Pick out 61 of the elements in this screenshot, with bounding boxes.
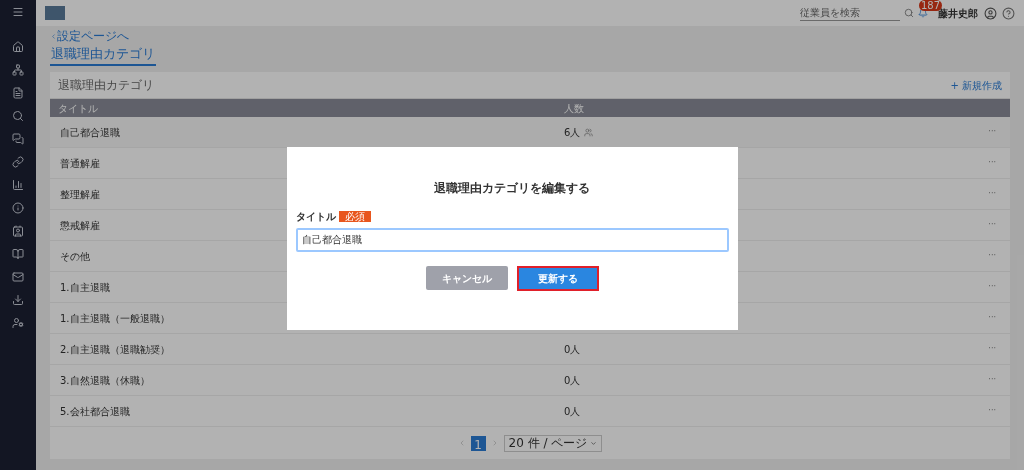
table-cell: 2.自主退職（退職勧奨）	[60, 343, 170, 355]
table-cell-text: 0人	[564, 373, 581, 388]
table-cell: 自己都合退職	[60, 126, 120, 138]
bell-icon[interactable]	[918, 8, 928, 18]
menu-icon[interactable]	[12, 6, 24, 18]
more-button[interactable]: ···	[988, 157, 996, 169]
chart-icon[interactable]	[12, 179, 24, 191]
sitemap-icon[interactable]	[12, 64, 24, 76]
page-button[interactable]: 1	[470, 435, 486, 451]
more-button[interactable]: ···	[988, 188, 996, 200]
dialog-title: 退職理由カテゴリを編集する	[433, 180, 591, 197]
chevron-down-icon	[590, 439, 598, 447]
card-title: 退職理由カテゴリ	[58, 77, 155, 94]
title-input[interactable]: 自己都合退職	[295, 228, 729, 252]
table-cell: その他	[60, 250, 90, 262]
chat-icon[interactable]	[12, 133, 24, 145]
more-button[interactable]: ···	[988, 374, 996, 386]
more-button[interactable]: ···	[988, 281, 996, 293]
user-settings-icon[interactable]	[12, 317, 24, 329]
user-avatar-icon[interactable]	[984, 6, 997, 20]
column-header: タイトル	[58, 101, 99, 116]
more-button[interactable]: ···	[988, 126, 996, 138]
mail-icon[interactable]	[12, 271, 24, 283]
more-button[interactable]: ···	[988, 312, 996, 324]
home-icon[interactable]	[12, 41, 24, 53]
page-size-select[interactable]: 20 件 / ページ	[503, 434, 603, 452]
info-icon[interactable]	[12, 202, 24, 214]
back-link[interactable]: 設定ページへ	[50, 29, 1010, 43]
more-button[interactable]: ···	[988, 219, 996, 231]
download-icon[interactable]	[12, 294, 24, 306]
tab[interactable]: 退職理由カテゴリ	[50, 46, 156, 66]
cancel-button[interactable]: キャンセル	[425, 266, 508, 290]
table-cell: 整理解雇	[60, 188, 100, 200]
table-cell: 3.自然退職（休職）	[60, 374, 150, 386]
book-icon[interactable]	[12, 248, 24, 260]
contact-card-icon[interactable]	[12, 225, 24, 237]
help-icon[interactable]	[1002, 6, 1015, 20]
table-cell: 1.自主退職（一般退職）	[60, 312, 170, 324]
column-header: 人数	[564, 101, 584, 116]
people-icon	[584, 127, 594, 137]
search-icon[interactable]	[12, 110, 24, 122]
table-cell: 1.自主退職	[60, 281, 110, 293]
search-field[interactable]: 従業員を検索	[800, 5, 900, 21]
chevron-left-icon	[50, 32, 57, 40]
more-button[interactable]: ···	[988, 405, 996, 417]
new-button[interactable]: + 新規作成	[950, 77, 1002, 93]
field-label: タイトル	[295, 210, 336, 224]
table-cell: 懲戒解雇	[60, 219, 100, 231]
table-cell-text: 0人	[564, 404, 581, 419]
update-button[interactable]: 更新する	[516, 266, 599, 291]
more-button[interactable]: ···	[988, 250, 996, 262]
table-cell-text: 6人	[564, 125, 581, 140]
table-cell: 5.会社都合退職	[60, 405, 130, 417]
table-cell-text: 0人	[564, 342, 581, 357]
document-icon[interactable]	[12, 87, 24, 99]
search-icon[interactable]	[904, 8, 914, 18]
photo-placeholder	[45, 6, 65, 20]
link-icon[interactable]	[12, 156, 24, 168]
table-cell: 普通解雇	[60, 157, 100, 169]
required-badge: 必須	[338, 211, 371, 222]
more-button[interactable]: ···	[988, 343, 996, 355]
